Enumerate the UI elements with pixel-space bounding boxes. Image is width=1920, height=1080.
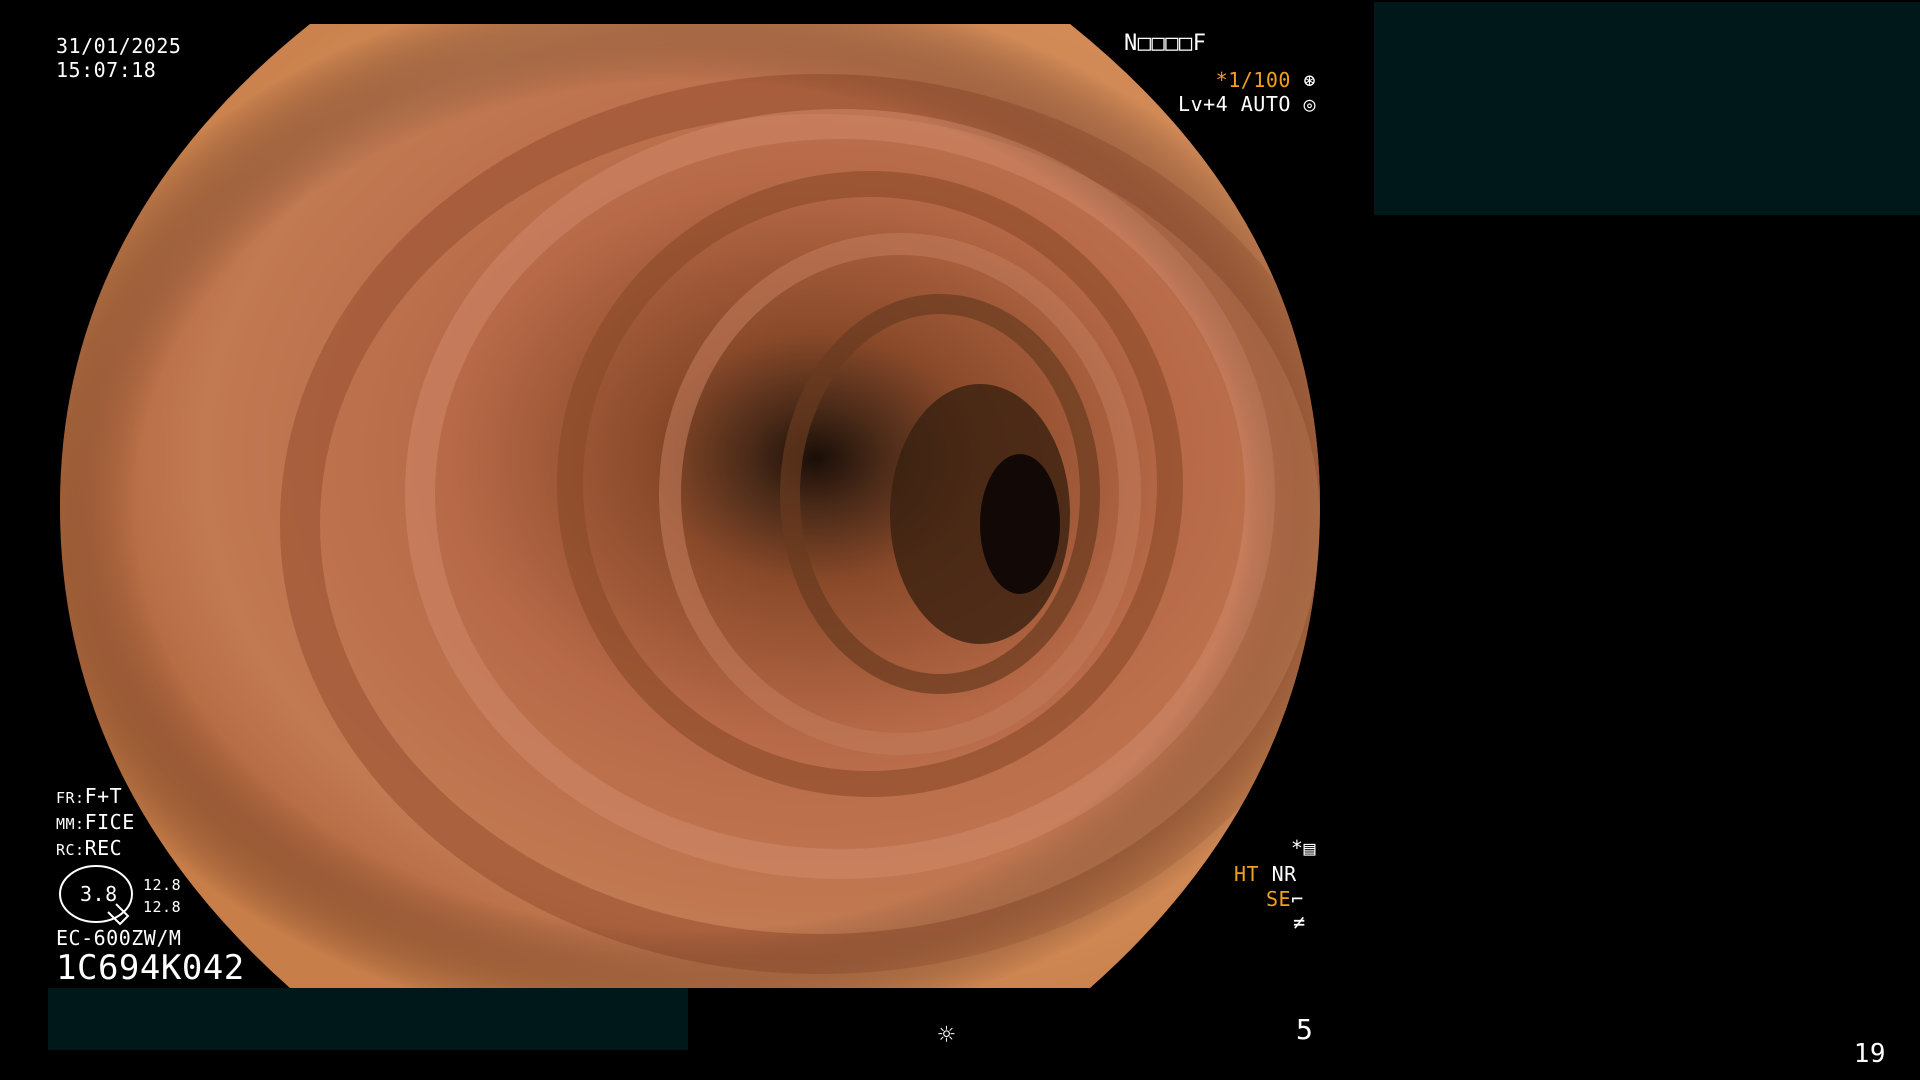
shutter-speed: *1/100	[1215, 68, 1291, 92]
mm-value: FICE	[84, 810, 135, 834]
rc-value: REC	[84, 836, 123, 860]
zoom-indicator: 3.8	[58, 864, 138, 926]
scope-serial: 1C694K042	[56, 948, 245, 988]
se-label: SE	[1266, 887, 1292, 911]
rc-row: RC:REC	[56, 836, 123, 860]
fr-row: FR:F+T	[56, 784, 123, 808]
nr-label: NR	[1271, 862, 1297, 886]
scope-model: EC-600ZW/M	[56, 926, 182, 950]
mm-row: MM:FICE	[56, 810, 135, 834]
zoom-b: 12.8	[143, 898, 182, 916]
redacted-region-top	[1374, 2, 1920, 215]
zoom-a: 12.8	[143, 876, 182, 894]
zoom-value: 3.8	[80, 882, 118, 906]
redacted-region-bottom	[48, 988, 688, 1050]
fr-value: F+T	[84, 784, 123, 808]
iris-icon: ◎	[1303, 92, 1316, 116]
brightness-level: Lv+4 AUTO	[1178, 92, 1291, 116]
date-label: 31/01/2025	[56, 34, 182, 58]
frame-number: 19	[1853, 1039, 1886, 1069]
level-row: Lv+4 AUTO ◎	[1178, 92, 1316, 116]
shutter-row: *1/100 ⊛	[1178, 68, 1316, 92]
filter-icon: ≠	[1293, 910, 1306, 934]
light-level: 5	[1296, 1013, 1314, 1046]
asterisk-label: *	[1290, 836, 1304, 860]
signal-enhance-icon: ⌐	[1291, 887, 1304, 911]
aperture-icon: ⊛	[1303, 68, 1316, 92]
ht-label: HT	[1234, 862, 1260, 886]
time-label: 15:07:18	[56, 58, 157, 82]
memory-card-icon: ▤	[1303, 836, 1316, 860]
sun-icon: ☼	[938, 1018, 955, 1051]
patient-code: N□□□□F	[1124, 31, 1207, 56]
endoscope-image	[60, 24, 1320, 988]
